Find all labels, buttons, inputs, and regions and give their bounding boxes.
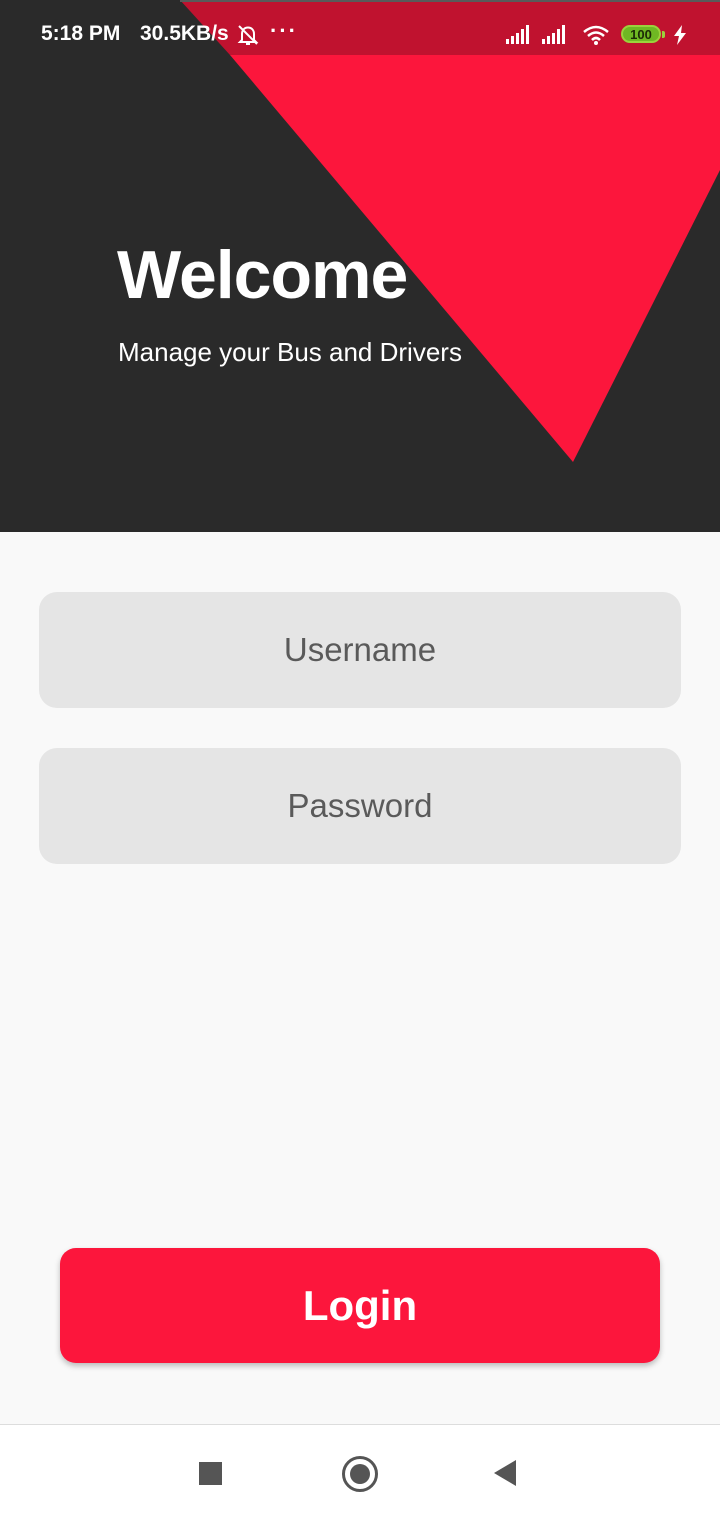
recents-square-icon[interactable] xyxy=(199,1462,222,1485)
password-input[interactable] xyxy=(39,748,681,864)
home-circle-inner xyxy=(350,1464,370,1484)
welcome-subtitle: Manage your Bus and Drivers xyxy=(118,337,462,367)
home-circle-icon[interactable] xyxy=(342,1456,378,1492)
mute-bell-icon xyxy=(237,25,259,45)
header-banner: 5:18 PM 30.5KB/s ··· 100 Welcome Manage … xyxy=(0,0,720,532)
battery-tip xyxy=(662,31,665,38)
status-time: 5:18 PM xyxy=(41,22,121,45)
status-bar: 5:18 PM 30.5KB/s ··· 100 xyxy=(0,0,720,55)
back-triangle-icon[interactable] xyxy=(494,1460,518,1486)
battery-icon: 100 xyxy=(621,25,661,43)
login-screen: 5:18 PM 30.5KB/s ··· 100 Welcome Manage … xyxy=(0,0,720,1520)
network-speed: 30.5KB/s xyxy=(140,22,229,45)
more-notifications-indicator: ··· xyxy=(270,18,298,43)
signal-icon xyxy=(542,25,565,44)
welcome-title: Welcome xyxy=(117,237,408,313)
username-input[interactable] xyxy=(39,592,681,708)
signal-icon xyxy=(506,25,529,44)
navigation-bar xyxy=(0,1424,720,1520)
battery-level: 100 xyxy=(630,27,652,42)
wifi-icon xyxy=(583,25,609,45)
login-button[interactable]: Login xyxy=(60,1248,660,1363)
charging-icon xyxy=(674,25,686,45)
